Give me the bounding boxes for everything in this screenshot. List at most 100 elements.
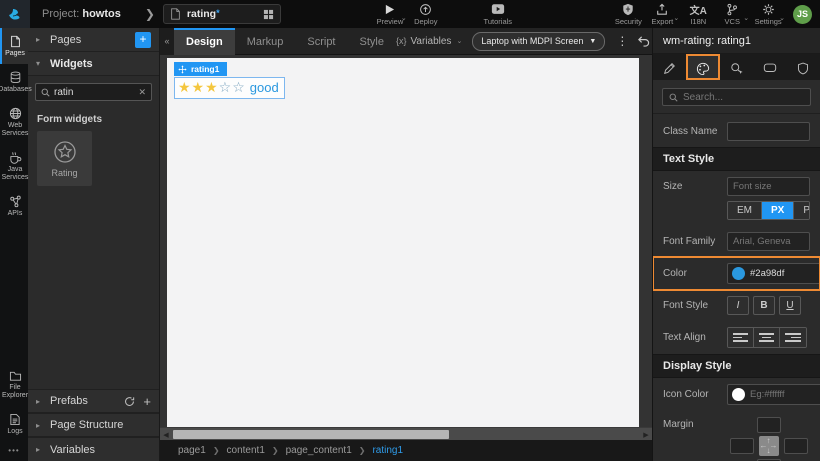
breadcrumb-content1[interactable]: content1 — [227, 445, 265, 456]
canvas-horizontal-scrollbar[interactable]: ◀ ▶ — [160, 427, 652, 440]
breadcrumb-page-content1[interactable]: page_content1 — [286, 445, 352, 456]
sidebar-item-databases[interactable]: Databases — [0, 64, 28, 100]
font-style-label: Font Style — [663, 300, 721, 311]
margin-left-input[interactable] — [730, 438, 754, 454]
preview-dropdown-icon[interactable]: ⌄ — [401, 14, 407, 22]
properties-panel: wm-rating: rating1 Class Name Text Style… — [652, 28, 820, 461]
font-size-input[interactable] — [727, 177, 810, 196]
move-handle-icon — [178, 65, 187, 74]
sidebar-item-java-services[interactable]: Java Services — [0, 144, 28, 188]
class-name-input[interactable] — [727, 122, 810, 141]
pages-label: Pages — [5, 50, 25, 58]
prefabs-section-header[interactable]: ▸ Prefabs + — [28, 389, 159, 413]
underline-button[interactable]: U — [779, 296, 801, 315]
sidebar-more-icon[interactable]: ••• — [0, 442, 28, 461]
sidebar-item-logs[interactable]: Logs — [0, 406, 28, 442]
rating-widget-tile[interactable]: Rating — [37, 131, 92, 186]
current-page-selector[interactable]: rating* — [163, 4, 281, 24]
add-prefab-button[interactable]: + — [143, 394, 151, 409]
breadcrumb-rating1[interactable]: rating1 — [372, 445, 403, 456]
variables-section-header[interactable]: ▸ Variables — [28, 437, 159, 461]
tab-script[interactable]: Script — [295, 28, 347, 55]
color-property-row-highlighted: Color — [653, 257, 820, 290]
margin-control: ↑ ↓ ← → — [727, 417, 810, 461]
sidebar-item-file-explorer[interactable]: File Explorer — [0, 363, 28, 406]
widgets-section-header[interactable]: ▾ Widgets — [28, 52, 159, 76]
vcs-branch-icon — [726, 3, 738, 16]
i18n-button[interactable]: 文A I18N — [681, 0, 715, 28]
margin-right-input[interactable] — [784, 438, 808, 454]
font-family-input[interactable] — [727, 232, 810, 251]
security-button[interactable]: Security — [611, 0, 645, 28]
user-avatar[interactable]: JS — [793, 5, 812, 24]
page-grid-icon[interactable] — [263, 9, 274, 20]
selected-widget-title: wm-rating: rating1 — [653, 28, 820, 54]
widget-search-input[interactable] — [54, 87, 134, 98]
tab-style[interactable]: Style — [348, 28, 396, 55]
prefabs-section-label: Prefabs — [50, 395, 88, 407]
sidebar-item-apis[interactable]: APIs — [0, 188, 28, 224]
file-explorer-label: File Explorer — [2, 384, 28, 400]
selected-rating-widget[interactable]: rating1 ★★★☆☆ good — [174, 62, 285, 99]
empty-stars[interactable]: ☆☆ — [219, 79, 246, 95]
align-left-button[interactable] — [728, 328, 754, 347]
unit-px-button[interactable]: PX — [762, 202, 794, 219]
sidebar-item-pages[interactable]: Pages — [0, 28, 28, 64]
logs-icon — [9, 413, 21, 426]
prefabs-collapse-icon: ▸ — [36, 397, 44, 406]
icon-color-swatch[interactable] — [732, 388, 745, 401]
scrollbar-thumb[interactable] — [173, 430, 449, 439]
variables-button[interactable]: {x} Variables ⌄ — [396, 36, 462, 47]
add-page-button[interactable]: + — [135, 32, 151, 48]
text-align-label: Text Align — [663, 332, 721, 343]
bold-button[interactable]: B — [753, 296, 775, 315]
tab-styles[interactable] — [686, 54, 719, 80]
icon-color-input[interactable] — [750, 389, 820, 400]
align-right-button[interactable] — [780, 328, 806, 347]
tab-inspect[interactable] — [720, 54, 753, 80]
color-value-input[interactable] — [750, 268, 820, 279]
page-canvas[interactable]: rating1 ★★★☆☆ good — [167, 58, 639, 427]
scroll-right-arrow-icon[interactable]: ▶ — [640, 428, 652, 441]
tab-security[interactable] — [787, 54, 820, 80]
unit-em-button[interactable]: EM — [728, 202, 762, 219]
margin-top-input[interactable] — [757, 417, 781, 433]
pages-section-label: Pages — [50, 34, 81, 46]
wavemaker-logo[interactable] — [0, 0, 30, 28]
security-label: Security — [615, 17, 642, 26]
export-dropdown-icon[interactable]: ⌄ — [673, 14, 679, 22]
sidebar-item-web-services[interactable]: Web Services — [0, 100, 28, 144]
filled-stars[interactable]: ★★★ — [178, 79, 219, 95]
tutorials-button[interactable]: Tutorials — [481, 0, 515, 28]
unit-pt-button[interactable]: PT — [794, 202, 810, 219]
properties-search-input[interactable] — [683, 92, 793, 103]
preview-play-icon — [384, 3, 395, 16]
tab-device[interactable] — [753, 54, 786, 80]
settings-dropdown-icon[interactable]: ⌄ — [779, 14, 785, 22]
italic-button[interactable]: I — [727, 296, 749, 315]
align-center-button[interactable] — [754, 328, 780, 347]
color-swatch[interactable] — [732, 267, 745, 280]
tab-design[interactable]: Design — [174, 28, 235, 55]
pages-section-header[interactable]: ▸ Pages + — [28, 28, 159, 52]
apis-icon — [9, 195, 22, 208]
deploy-icon — [419, 3, 432, 16]
widget-selection-label[interactable]: rating1 — [174, 62, 227, 76]
deploy-button[interactable]: Deploy — [409, 0, 443, 28]
canvas-more-menu-icon[interactable]: ⋮ — [611, 34, 633, 48]
tab-markup[interactable]: Markup — [235, 28, 296, 55]
vcs-dropdown-icon[interactable]: ⌄ — [743, 14, 749, 22]
clear-search-icon[interactable]: ✕ — [138, 87, 146, 98]
device-selector-dropdown[interactable]: Laptop with MDPI Screen ▼ — [472, 32, 605, 51]
page-structure-collapse-icon: ▸ — [36, 421, 44, 430]
rating-widget-preview[interactable]: ★★★☆☆ good — [174, 77, 285, 99]
scroll-left-arrow-icon[interactable]: ◀ — [160, 428, 172, 441]
breadcrumb-page1[interactable]: page1 — [178, 445, 206, 456]
page-structure-section-header[interactable]: ▸ Page Structure — [28, 413, 159, 437]
refresh-icon[interactable] — [124, 396, 135, 407]
search-icon — [669, 93, 678, 102]
tab-properties[interactable] — [653, 54, 686, 80]
preview-label: Preview — [377, 17, 404, 26]
security-shield-icon — [622, 3, 634, 16]
collapse-left-panel-button[interactable]: « — [160, 28, 174, 55]
